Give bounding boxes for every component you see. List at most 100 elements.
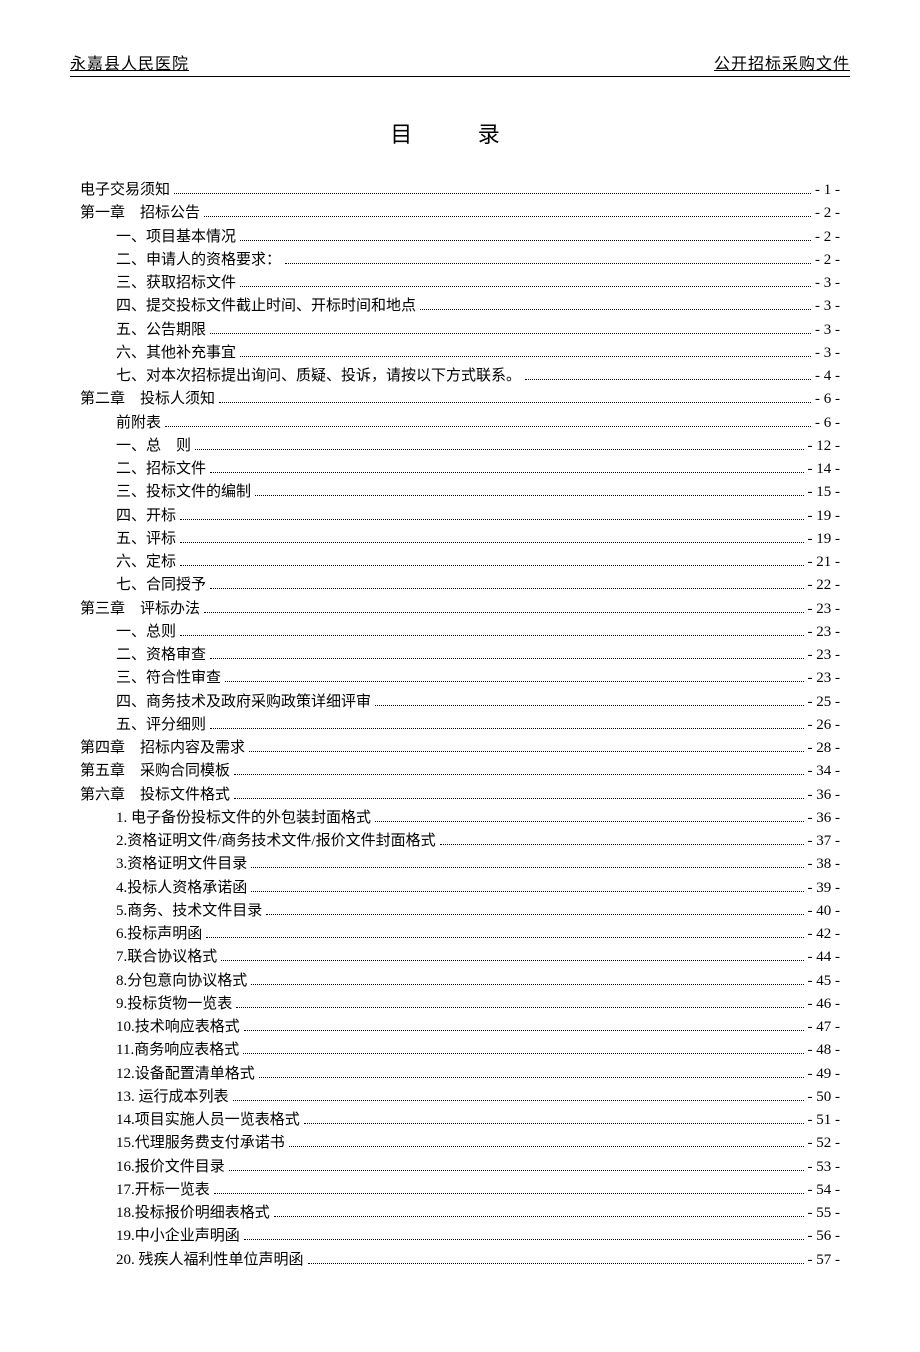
toc-entry[interactable]: 8.分包意向协议格式- 45 - — [80, 970, 840, 993]
toc-entry[interactable]: 前附表- 6 - — [80, 412, 840, 435]
toc-entry[interactable]: 六、定标- 21 - — [80, 551, 840, 574]
toc-entry[interactable]: 10.技术响应表格式- 47 - — [80, 1016, 840, 1039]
toc-entry[interactable]: 5.商务、技术文件目录- 40 - — [80, 900, 840, 923]
toc-dot-leader — [244, 1030, 804, 1031]
toc-dot-leader — [225, 681, 803, 682]
toc-entry-page: - 34 - — [808, 760, 841, 783]
toc-entry-page: - 2 - — [815, 226, 840, 249]
toc-dot-leader — [525, 379, 811, 380]
toc-entry[interactable]: 六、其他补充事宜- 3 - — [80, 342, 840, 365]
toc-entry[interactable]: 6.投标声明函- 42 - — [80, 923, 840, 946]
toc-entry[interactable]: 19.中小企业声明函- 56 - — [80, 1225, 840, 1248]
toc-entry-label: 第一章 招标公告 — [80, 202, 200, 225]
toc-entry[interactable]: 第二章 投标人须知- 6 - — [80, 388, 840, 411]
toc-entry[interactable]: 4.投标人资格承诺函- 39 - — [80, 877, 840, 900]
toc-dot-leader — [285, 263, 811, 264]
toc-dot-leader — [308, 1263, 804, 1264]
toc-dot-leader — [233, 1100, 804, 1101]
toc-dot-leader — [304, 1123, 804, 1124]
toc-entry[interactable]: 第六章 投标文件格式- 36 - — [80, 784, 840, 807]
toc-entry[interactable]: 18.投标报价明细表格式- 55 - — [80, 1202, 840, 1225]
toc-entry-label: 电子交易须知 — [80, 179, 170, 202]
toc-entry[interactable]: 20. 残疾人福利性单位声明函- 57 - — [80, 1249, 840, 1272]
toc-entry-label: 前附表 — [116, 412, 161, 435]
toc-dot-leader — [229, 1170, 804, 1171]
toc-entry[interactable]: 2.资格证明文件/商务技术文件/报价文件封面格式- 37 - — [80, 830, 840, 853]
toc-entry[interactable]: 一、总则- 23 - — [80, 621, 840, 644]
toc-entry[interactable]: 第四章 招标内容及需求- 28 - — [80, 737, 840, 760]
toc-entry[interactable]: 七、合同授予- 22 - — [80, 574, 840, 597]
toc-entry-page: - 54 - — [808, 1179, 841, 1202]
toc-dot-leader — [420, 309, 811, 310]
toc-entry[interactable]: 一、总 则- 12 - — [80, 435, 840, 458]
toc-entry[interactable]: 9.投标货物一览表- 46 - — [80, 993, 840, 1016]
toc-entry-label: 3.资格证明文件目录 — [116, 853, 247, 876]
toc-entry[interactable]: 3.资格证明文件目录- 38 - — [80, 853, 840, 876]
toc-entry-label: 一、总则 — [116, 621, 176, 644]
toc-entry-label: 7.联合协议格式 — [116, 946, 217, 969]
toc-entry-label: 第五章 采购合同模板 — [80, 760, 230, 783]
toc-dot-leader — [375, 705, 803, 706]
toc-dot-leader — [180, 542, 803, 543]
toc-entry[interactable]: 一、项目基本情况- 2 - — [80, 226, 840, 249]
toc-entry-page: - 49 - — [808, 1063, 841, 1086]
toc-entry[interactable]: 五、评分细则- 26 - — [80, 714, 840, 737]
toc-entry-label: 三、符合性审查 — [116, 667, 221, 690]
toc-entry[interactable]: 11.商务响应表格式- 48 - — [80, 1039, 840, 1062]
toc-entry[interactable]: 17.开标一览表- 54 - — [80, 1179, 840, 1202]
toc-entry[interactable]: 15.代理服务费支付承诺书- 52 - — [80, 1132, 840, 1155]
toc-entry-label: 二、申请人的资格要求： — [116, 249, 281, 272]
toc-entry[interactable]: 三、投标文件的编制- 15 - — [80, 481, 840, 504]
toc-entry-page: - 6 - — [815, 388, 840, 411]
toc-entry[interactable]: 五、评标- 19 - — [80, 528, 840, 551]
toc-entry[interactable]: 四、开标- 19 - — [80, 505, 840, 528]
toc-dot-leader — [180, 565, 803, 566]
toc-dot-leader — [210, 728, 803, 729]
toc-entry-page: - 44 - — [808, 946, 841, 969]
toc-entry-label: 14.项目实施人员一览表格式 — [116, 1109, 300, 1132]
toc-dot-leader — [251, 984, 803, 985]
toc-entry[interactable]: 12.设备配置清单格式- 49 - — [80, 1063, 840, 1086]
toc-entry[interactable]: 五、公告期限- 3 - — [80, 319, 840, 342]
toc-dot-leader — [274, 1216, 804, 1217]
toc-entry-label: 13. 运行成本列表 — [116, 1086, 229, 1109]
toc-entry-page: - 4 - — [815, 365, 840, 388]
toc-entry[interactable]: 二、招标文件- 14 - — [80, 458, 840, 481]
toc-entry[interactable]: 第五章 采购合同模板 - 34 - — [80, 760, 840, 783]
toc-dot-leader — [210, 333, 811, 334]
toc-dot-leader — [210, 472, 803, 473]
toc-entry[interactable]: 三、符合性审查- 23 - — [80, 667, 840, 690]
toc-dot-leader — [204, 612, 803, 613]
toc-entry-page: - 3 - — [815, 295, 840, 318]
toc-entry-label: 20. 残疾人福利性单位声明函 — [116, 1249, 304, 1272]
toc-entry[interactable]: 电子交易须知- 1 - — [80, 179, 840, 202]
toc-entry[interactable]: 13. 运行成本列表- 50 - — [80, 1086, 840, 1109]
toc-entry[interactable]: 第一章 招标公告- 2 - — [80, 202, 840, 225]
toc-entry[interactable]: 四、提交投标文件截止时间、开标时间和地点- 3 - — [80, 295, 840, 318]
toc-entry-label: 19.中小企业声明函 — [116, 1225, 240, 1248]
toc-entry-page: - 47 - — [808, 1016, 841, 1039]
toc-entry[interactable]: 14.项目实施人员一览表格式 - 51 - — [80, 1109, 840, 1132]
toc-entry[interactable]: 七、对本次招标提出询问、质疑、投诉，请按以下方式联系。- 4 - — [80, 365, 840, 388]
toc-dot-leader — [249, 751, 803, 752]
toc-entry[interactable]: 三、获取招标文件- 3 - — [80, 272, 840, 295]
toc-entry[interactable]: 四、商务技术及政府采购政策详细评审- 25 - — [80, 691, 840, 714]
toc-entry[interactable]: 16.报价文件目录- 53 - — [80, 1156, 840, 1179]
toc-entry[interactable]: 二、申请人的资格要求：- 2 - — [80, 249, 840, 272]
toc-dot-leader — [244, 1239, 804, 1240]
toc-entry-label: 二、资格审查 — [116, 644, 206, 667]
toc-entry-page: - 40 - — [808, 900, 841, 923]
toc-entry-page: - 51 - — [808, 1109, 841, 1132]
toc-entry[interactable]: 1. 电子备份投标文件的外包装封面格式- 36 - — [80, 807, 840, 830]
toc-entry[interactable]: 二、资格审查- 23 - — [80, 644, 840, 667]
page-title: 目 录 — [50, 117, 870, 149]
toc-entry[interactable]: 第三章 评标办法- 23 - — [80, 598, 840, 621]
toc-entry-label: 11.商务响应表格式 — [116, 1039, 239, 1062]
toc-entry-label: 七、合同授予 — [116, 574, 206, 597]
toc-entry-label: 18.投标报价明细表格式 — [116, 1202, 270, 1225]
toc-entry-label: 15.代理服务费支付承诺书 — [116, 1132, 285, 1155]
toc-dot-leader — [206, 937, 803, 938]
toc-entry-page: - 3 - — [815, 342, 840, 365]
toc-dot-leader — [251, 891, 803, 892]
toc-entry[interactable]: 7.联合协议格式 - 44 - — [80, 946, 840, 969]
